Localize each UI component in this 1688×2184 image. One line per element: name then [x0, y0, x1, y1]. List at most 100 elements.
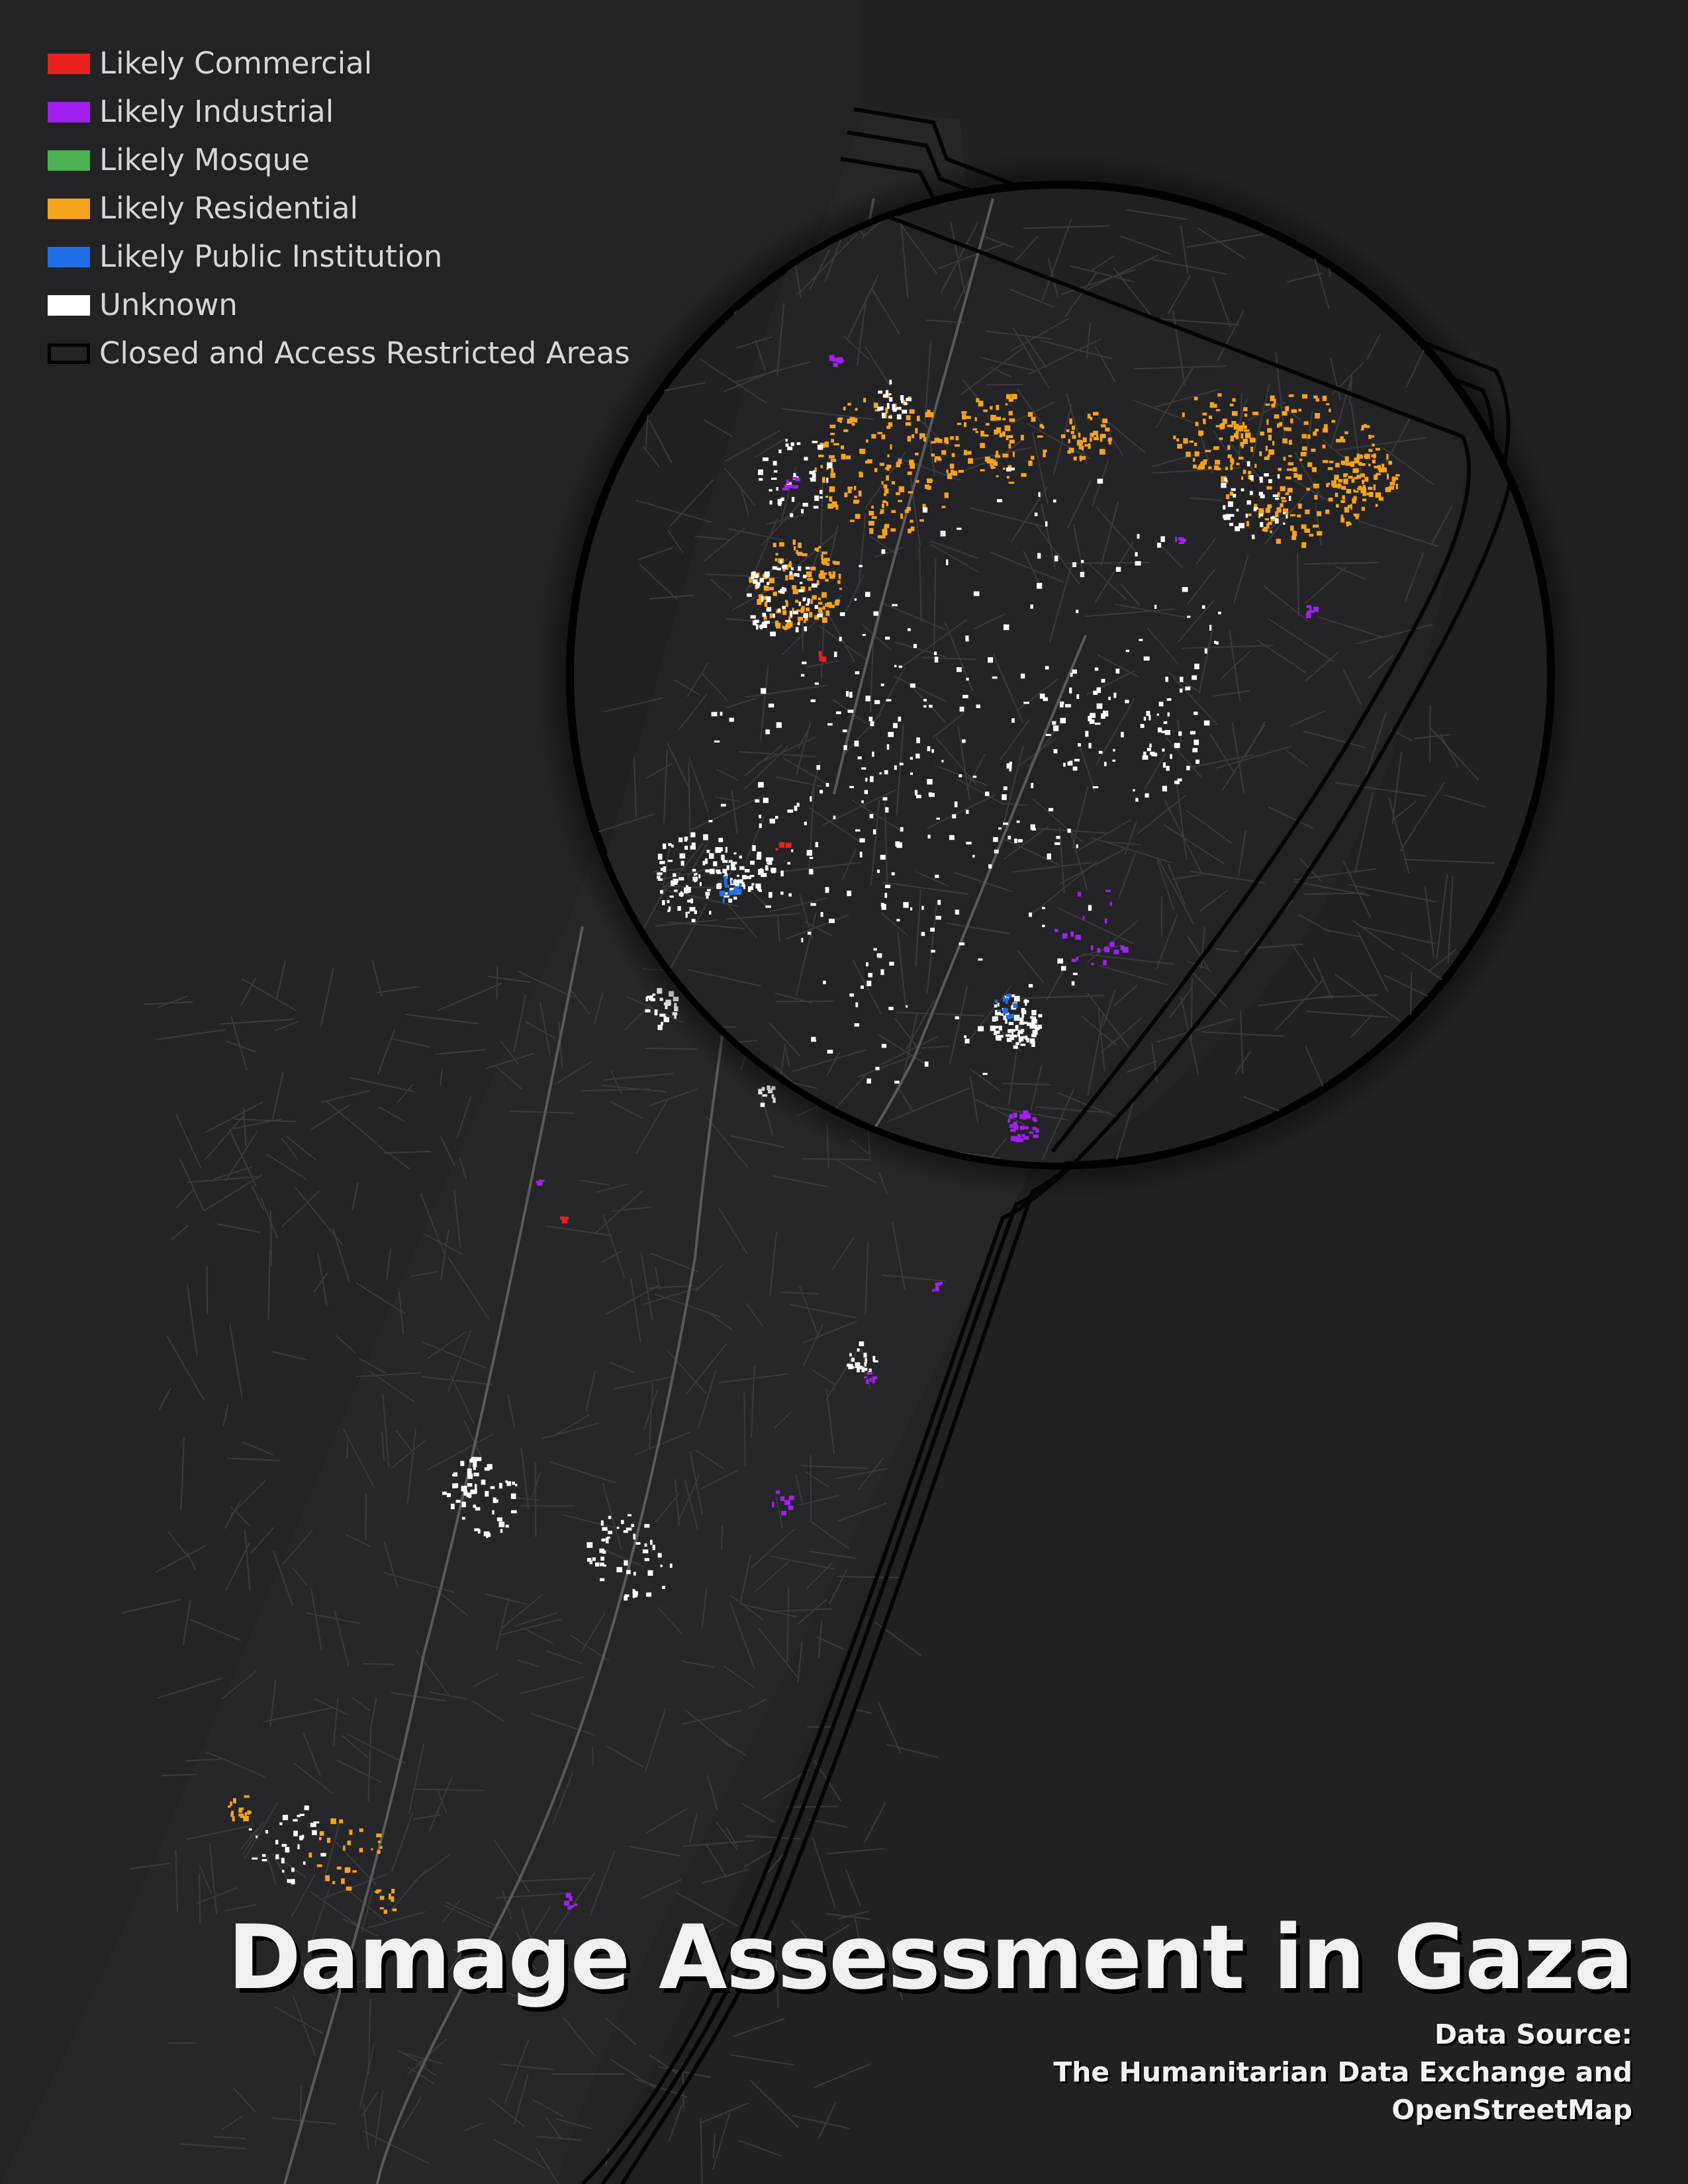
damage-marker: [722, 860, 728, 863]
damage-marker: [924, 1061, 929, 1067]
damage-marker: [1031, 455, 1035, 460]
damage-marker: [1013, 995, 1020, 1002]
damage-marker: [766, 607, 772, 612]
damage-marker: [1069, 418, 1072, 425]
damage-marker: [1360, 428, 1364, 431]
damage-marker: [500, 1529, 503, 1533]
damage-marker: [1067, 761, 1073, 766]
damage-marker: [1313, 395, 1318, 399]
damage-marker: [341, 1878, 345, 1884]
damage-marker: [830, 432, 835, 435]
damage-marker: [301, 1835, 305, 1839]
damage-marker: [1074, 758, 1080, 762]
damage-marker: [1278, 467, 1282, 471]
damage-marker: [1071, 426, 1075, 430]
damage-marker: [660, 1565, 663, 1567]
damage-marker: [880, 969, 884, 976]
damage-marker: [1048, 807, 1054, 811]
damage-marker: [772, 614, 775, 618]
damage-marker: [845, 691, 849, 697]
damage-marker: [1090, 945, 1094, 950]
damage-marker: [1274, 518, 1279, 524]
damage-marker: [768, 704, 774, 707]
damage-marker: [238, 1807, 244, 1811]
damage-marker: [728, 890, 733, 895]
damage-marker: [908, 528, 912, 533]
damage-marker: [882, 394, 888, 398]
damage-marker: [885, 884, 891, 888]
damage-marker: [1325, 509, 1330, 514]
damage-marker: [724, 876, 727, 882]
damage-marker: [862, 633, 866, 636]
damage-marker: [765, 905, 772, 908]
damage-marker: [847, 488, 852, 494]
damage-marker: [998, 1025, 1002, 1031]
damage-marker: [1327, 482, 1331, 485]
damage-marker: [837, 418, 842, 422]
damage-marker: [646, 1592, 652, 1597]
damage-marker: [1062, 933, 1068, 939]
damage-marker: [1059, 702, 1064, 707]
damage-marker: [1368, 449, 1373, 452]
damage-marker: [1375, 504, 1378, 508]
damage-marker: [308, 1852, 312, 1858]
damage-marker: [759, 578, 764, 583]
damage-marker: [1242, 422, 1245, 426]
damage-marker: [854, 740, 859, 747]
damage-marker: [891, 480, 896, 484]
damage-marker: [1292, 531, 1297, 536]
damage-marker: [985, 792, 990, 796]
damage-marker: [594, 1562, 600, 1567]
damage-marker: [816, 765, 820, 770]
damage-marker: [1008, 398, 1013, 402]
damage-marker: [1285, 492, 1289, 495]
damage-marker: [1014, 838, 1017, 844]
damage-marker: [811, 1036, 816, 1042]
damage-marker: [955, 444, 960, 447]
damage-marker: [511, 1510, 517, 1514]
damage-marker: [1196, 759, 1199, 764]
damage-marker: [833, 443, 839, 445]
damage-marker: [1029, 912, 1033, 917]
damage-marker: [878, 390, 883, 394]
damage-marker: [695, 872, 698, 876]
damage-marker: [485, 1490, 489, 1497]
damage-marker: [1069, 687, 1072, 694]
damage-marker: [1162, 786, 1167, 792]
damage-marker: [877, 535, 882, 539]
damage-marker: [706, 893, 709, 899]
damage-marker: [1287, 488, 1293, 493]
damage-marker: [1020, 1043, 1026, 1046]
damage-marker: [1096, 703, 1103, 709]
damage-marker: [1125, 649, 1129, 653]
damage-marker: [1011, 718, 1015, 723]
damage-marker: [1105, 428, 1110, 432]
damage-marker: [1010, 1136, 1017, 1142]
damage-marker: [871, 505, 874, 509]
damage-marker: [925, 412, 931, 418]
damage-marker: [1015, 1024, 1019, 1031]
damage-marker: [1003, 624, 1009, 631]
damage-marker: [752, 845, 756, 851]
damage-marker: [1337, 483, 1340, 489]
damage-marker: [1194, 711, 1198, 715]
damage-marker: [1231, 488, 1236, 491]
damage-marker: [839, 637, 842, 641]
damage-marker: [949, 436, 955, 440]
damage-marker: [1259, 477, 1263, 480]
damage-marker: [976, 704, 980, 708]
damage-marker: [768, 891, 773, 898]
damage-marker: [297, 1815, 301, 1817]
damage-marker: [847, 709, 854, 713]
damage-marker: [827, 1050, 833, 1054]
damage-marker: [1227, 454, 1232, 459]
damage-marker: [984, 434, 989, 437]
damage-marker: [1160, 536, 1165, 543]
damage-marker: [692, 876, 698, 882]
damage-marker: [1209, 625, 1212, 631]
damage-marker: [1376, 473, 1381, 476]
damage-marker: [463, 1490, 468, 1496]
damage-marker: [932, 1289, 935, 1292]
damage-marker: [683, 887, 689, 894]
damage-marker: [769, 586, 774, 590]
